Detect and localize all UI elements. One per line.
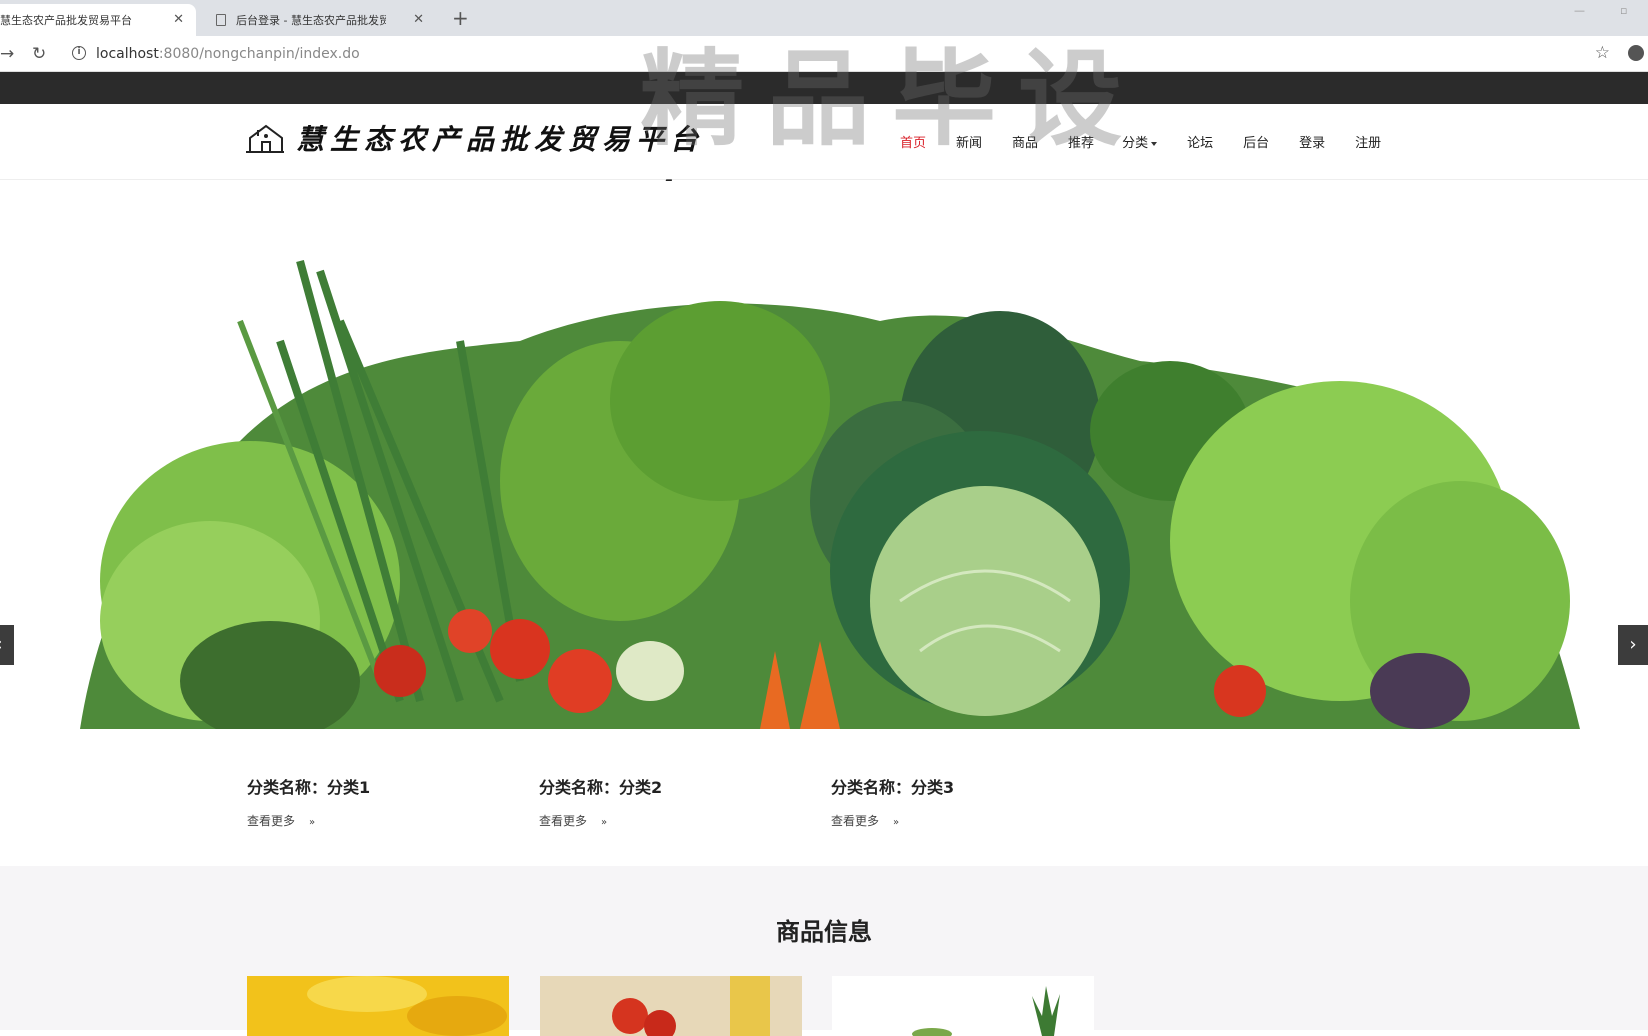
nav-login[interactable]: 登录: [1299, 132, 1325, 151]
nav-home[interactable]: 首页: [900, 132, 926, 151]
nav-recommend[interactable]: 推荐: [1068, 132, 1094, 151]
account-icon[interactable]: [1628, 45, 1644, 61]
browser-tab-bar: 慧生态农产品批发贸易平台 ✕ 后台登录 - 慧生态农产品批发贸易 ✕ + — ▫: [0, 0, 1648, 36]
category-card: 分类名称：分类2 查看更多 »: [539, 774, 662, 829]
carousel-prev-button[interactable]: ‹: [0, 625, 14, 665]
view-more-label: 查看更多: [831, 814, 880, 828]
category-name: 分类名称：分类3: [831, 778, 955, 797]
category-name: 分类名称：分类2: [539, 778, 663, 797]
top-strip: [0, 72, 1648, 104]
site-header: 慧生态农产品批发贸易平台 首页 新闻 商品 推荐 分类 论坛 后台 登录 注册: [0, 104, 1648, 180]
reload-icon[interactable]: ↻: [32, 44, 46, 64]
tab-title: 后台登录 - 慧生态农产品批发贸易: [236, 14, 386, 27]
double-arrow-icon: »: [601, 817, 608, 828]
vegetables-banner-image: [80, 259, 1580, 729]
double-arrow-icon: »: [309, 817, 316, 828]
nav-category: 分类: [1122, 136, 1149, 151]
category-section: 分类名称：分类1 查看更多 » 分类名称：分类2 查看更多 » 分类名称：分类3 查…: [0, 740, 1648, 862]
category-card: 分类名称：分类3 查看更多 »: [831, 774, 954, 829]
nav-forum[interactable]: 论坛: [1187, 132, 1213, 151]
restore-icon[interactable]: ▫: [1620, 4, 1627, 17]
browser-tab[interactable]: 后台登录 - 慧生态农产品批发贸易 ✕: [206, 4, 436, 36]
document-icon: [216, 14, 226, 26]
product-image[interactable]: [247, 976, 509, 1036]
main-nav: 首页 新闻 商品 推荐 分类 论坛 后台 登录 注册: [900, 132, 1381, 151]
view-more-link[interactable]: 查看更多 »: [539, 812, 662, 829]
url-host: localhost: [96, 46, 159, 62]
view-more-label: 查看更多: [247, 814, 296, 828]
close-tab-icon[interactable]: ✕: [173, 12, 184, 27]
site-logo-text[interactable]: 慧生态农产品批发贸易平台: [296, 118, 704, 158]
house-logo-icon: [246, 124, 284, 153]
nav-register[interactable]: 注册: [1355, 132, 1381, 151]
category-name: 分类名称：分类1: [247, 778, 371, 797]
nav-news[interactable]: 新闻: [956, 132, 982, 151]
carousel-next-button[interactable]: ›: [1618, 625, 1648, 665]
new-tab-button[interactable]: +: [452, 6, 469, 30]
category-card: 分类名称：分类1 查看更多 »: [247, 774, 370, 829]
close-tab-icon[interactable]: ✕: [413, 12, 424, 27]
section-title: 商品信息: [776, 918, 872, 946]
nav-category-dropdown[interactable]: 分类: [1122, 132, 1158, 151]
view-more-link[interactable]: 查看更多 »: [831, 812, 954, 829]
site-info-icon[interactable]: i: [72, 46, 86, 60]
view-more-link[interactable]: 查看更多 »: [247, 812, 370, 829]
bookmark-star-icon[interactable]: ☆: [1595, 43, 1610, 63]
address-bar: → ↻ i localhost:8080/nongchanpin/index.d…: [0, 36, 1648, 72]
tab-title: 慧生态农产品批发贸易平台: [0, 14, 132, 27]
double-arrow-icon: »: [893, 817, 900, 828]
forward-icon[interactable]: →: [0, 44, 14, 64]
caret-down-icon: [1151, 141, 1158, 146]
view-more-label: 查看更多: [539, 814, 588, 828]
nav-products[interactable]: 商品: [1012, 132, 1038, 151]
browser-tab-active[interactable]: 慧生态农产品批发贸易平台 ✕: [0, 4, 196, 36]
url-path: :8080/nongchanpin/index.do: [158, 46, 360, 62]
nav-admin[interactable]: 后台: [1243, 132, 1269, 151]
url-field[interactable]: localhost:8080/nongchanpin/index.do: [96, 46, 360, 62]
products-section: 商品信息: [0, 866, 1648, 1036]
product-image[interactable]: [540, 976, 802, 1036]
banner-carousel[interactable]: ‹ ›: [0, 181, 1648, 729]
product-bananas-image: [247, 976, 509, 1036]
product-pineapple-image: [832, 976, 1094, 1036]
product-image[interactable]: [832, 976, 1094, 1036]
minimize-icon[interactable]: —: [1574, 4, 1585, 17]
product-tomatoes-image: [540, 976, 802, 1036]
